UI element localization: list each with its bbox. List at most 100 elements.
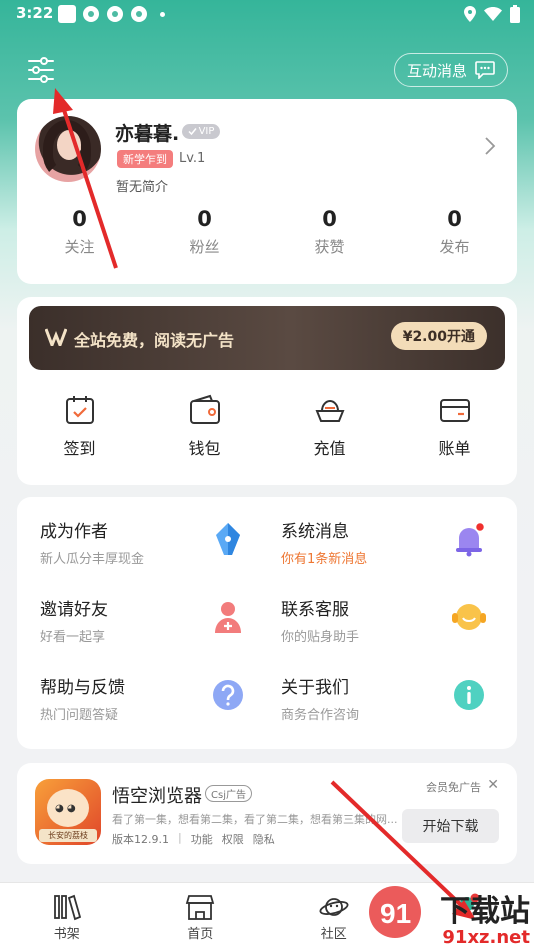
question-icon [213, 680, 243, 710]
notification-pinwheel-icon [106, 5, 124, 23]
card-bill-icon [439, 399, 470, 422]
mascot-eyes-icon: ◕ ◕ [55, 803, 76, 814]
bookshelf-icon [53, 894, 81, 921]
stat-label: 关注 [64, 238, 95, 256]
ad-free-link[interactable]: 会员免广告 [426, 779, 481, 795]
app-icon-caption: 长安的荔枝 [39, 829, 97, 842]
location-icon [464, 6, 476, 22]
stat-number: 0 [322, 207, 337, 231]
menu-system-messages[interactable]: 系统消息 你有1条新消息 [258, 497, 499, 573]
user-level: Lv.1 [179, 151, 206, 166]
profile-stats: 0 关注 0 粉丝 0 获赞 0 发布 [17, 207, 517, 257]
chat-bubble-icon [475, 61, 495, 79]
user-bio: 暂无简介 [116, 180, 169, 195]
stat-number: 0 [197, 207, 212, 231]
tab-label: 社区 [320, 927, 347, 942]
ad-title: 悟空浏览器 [112, 786, 202, 807]
notification-app-icon [58, 5, 76, 23]
menu-about-us[interactable]: 关于我们 商务合作咨询 [258, 653, 499, 729]
interactive-messages-button[interactable]: 互动消息 [394, 53, 508, 87]
ad-card[interactable]: ◕ ◕ 长安的荔枝 悟空浏览器 Csj广告 会员免广告 ✕ 看了第一集，想看第二… [17, 763, 517, 864]
status-bar: 3:22 [0, 0, 534, 28]
info-icon [454, 680, 484, 710]
profile-card[interactable]: 亦暮暮. VIP 新学乍到 Lv.1 暂无简介 0 关注 0 粉丝 0 获赞 0 发布 [17, 99, 517, 284]
avatar-face [57, 130, 81, 160]
chevron-right-icon[interactable] [483, 137, 497, 155]
vip-banner[interactable]: 全站免费，阅读无广告 ¥2.00开通 [29, 306, 505, 370]
ad-link-features[interactable]: 功能 [191, 831, 213, 847]
tab-label: 书架 [53, 927, 80, 942]
watermark: 下载站 91xz.net [440, 896, 530, 948]
calendar-check-icon [65, 396, 94, 424]
bell-icon [456, 521, 486, 557]
add-person-icon [215, 602, 241, 633]
notification-pinwheel-icon [130, 5, 148, 23]
tab-bookshelf[interactable]: 书架 [0, 883, 134, 950]
gold-ingot-icon [315, 399, 344, 422]
quick-recharge[interactable]: 充值 [267, 393, 392, 459]
quick-label: 钱包 [188, 439, 221, 458]
menu-title: 系统消息 [281, 522, 349, 542]
feature-menu-card: 成为作者 新人瓜分丰厚现金 系统消息 你有1条新消息 邀请好友 好看一起享 联系… [17, 497, 517, 749]
status-time: 3:22 [16, 4, 54, 22]
status-system-icons [464, 5, 520, 23]
stat-likes[interactable]: 0 获赞 [267, 207, 392, 257]
vip-logo-icon [45, 328, 67, 346]
stat-posts[interactable]: 0 发布 [392, 207, 517, 257]
settings-sliders-icon [28, 57, 54, 83]
ad-link-privacy[interactable]: 隐私 [253, 831, 275, 847]
stat-label: 粉丝 [189, 238, 220, 256]
vip-badge: VIP [182, 124, 220, 139]
close-icon[interactable]: ✕ [487, 777, 499, 793]
menu-title: 联系客服 [281, 600, 349, 620]
menu-title: 邀请好友 [40, 600, 108, 620]
user-name: 亦暮暮. [115, 123, 180, 145]
stat-number: 0 [447, 207, 462, 231]
menu-subtitle: 好看一起享 [40, 630, 106, 645]
interactive-messages-label: 互动消息 [406, 61, 467, 80]
menu-become-author[interactable]: 成为作者 新人瓜分丰厚现金 [17, 497, 258, 573]
menu-subtitle: 你的贴身助手 [281, 630, 360, 645]
ad-link-permissions[interactable]: 权限 [222, 831, 244, 847]
menu-invite-friends[interactable]: 邀请好友 好看一起享 [17, 575, 258, 651]
quick-label: 账单 [438, 439, 471, 458]
ad-version: 版本12.9.1 [112, 833, 169, 846]
menu-subtitle: 新人瓜分丰厚现金 [40, 552, 145, 567]
status-notification-icons [58, 5, 165, 23]
stat-number: 0 [72, 207, 87, 231]
stat-label: 获赞 [314, 238, 345, 256]
stat-following[interactable]: 0 关注 [17, 207, 142, 257]
menu-title: 帮助与反馈 [40, 678, 125, 698]
menu-customer-service[interactable]: 联系客服 你的贴身助手 [258, 575, 499, 651]
start-download-button[interactable]: 开始下载 [402, 809, 499, 843]
menu-title: 成为作者 [40, 522, 108, 542]
tab-label: 首页 [187, 927, 214, 942]
watermark-text: 下载站 [440, 894, 530, 929]
pen-nib-icon [216, 523, 240, 555]
menu-subtitle: 热门问题答疑 [40, 708, 119, 723]
ad-description: 看了第一集，想看第二集，看了第二集，想看第三集的网... [112, 813, 398, 826]
quick-label: 充值 [313, 439, 346, 458]
avatar[interactable] [35, 116, 101, 182]
vip-open-button[interactable]: ¥2.00开通 [390, 322, 487, 350]
more-notifications-dot [160, 11, 165, 17]
quick-label: 签到 [63, 439, 96, 458]
quick-checkin[interactable]: 签到 [17, 393, 142, 459]
battery-icon [510, 5, 520, 23]
menu-help-feedback[interactable]: 帮助与反馈 热门问题答疑 [17, 653, 258, 729]
app-icon: ◕ ◕ 长安的荔枝 [35, 779, 101, 845]
check-icon [188, 128, 197, 136]
planet-icon [319, 898, 349, 916]
stat-followers[interactable]: 0 粉丝 [142, 207, 267, 257]
quick-wallet[interactable]: 钱包 [142, 393, 267, 459]
watermark-url: 91xz.net [442, 927, 530, 948]
tab-community[interactable]: 社区 [267, 883, 401, 950]
quick-bill[interactable]: 账单 [392, 393, 517, 459]
newcomer-tag: 新学乍到 [117, 150, 173, 168]
tab-home[interactable]: 首页 [134, 883, 268, 950]
headset-smile-icon [452, 604, 486, 630]
separator: | [178, 831, 182, 844]
settings-button[interactable] [26, 55, 56, 85]
notification-pinwheel-icon [82, 5, 100, 23]
vip-banner-text: 全站免费，阅读无广告 [74, 331, 235, 350]
